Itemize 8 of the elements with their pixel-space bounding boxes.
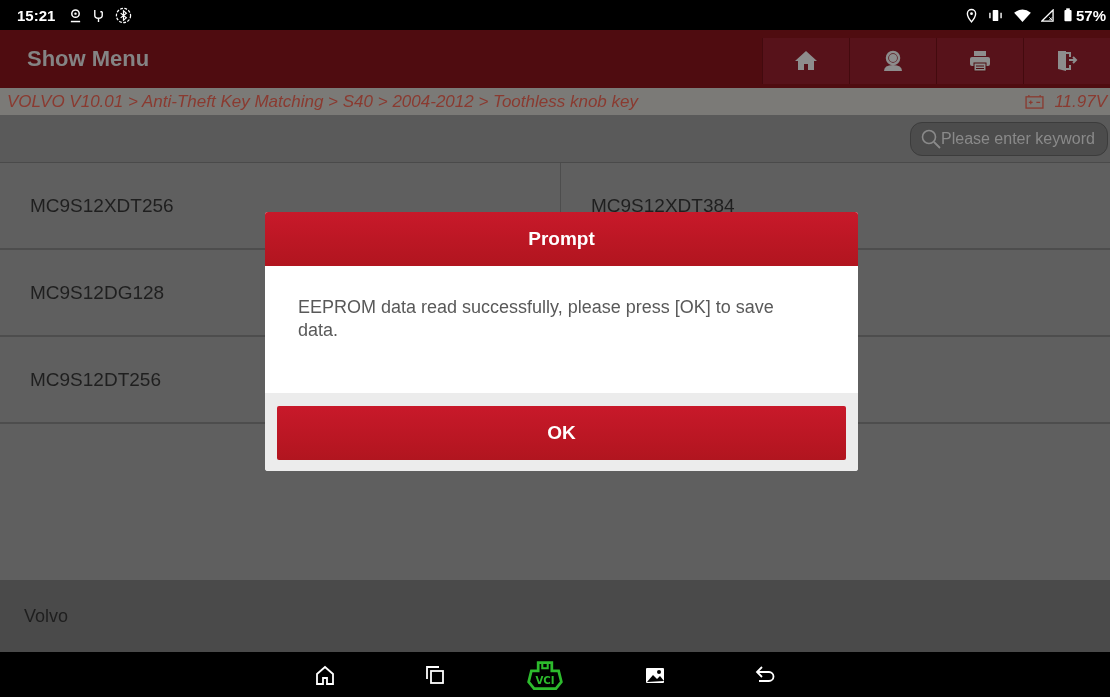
battery-percent: 57% xyxy=(1075,6,1106,24)
breadcrumb-path: VOLVO V10.01 > Anti-Theft Key Matching > S40 > 2004-2012 > Toothless knob key xyxy=(7,91,638,112)
dialog-title: Prompt xyxy=(265,212,858,266)
connector-icon: VCI xyxy=(527,659,563,690)
page-title: Show Menu xyxy=(26,46,150,72)
voltage-reading: 11.97V xyxy=(1054,91,1107,112)
dialog-message: EEPROM data read successfully, please press [OK] to save data. xyxy=(298,296,775,342)
clock-time: 15:21 xyxy=(17,6,56,24)
